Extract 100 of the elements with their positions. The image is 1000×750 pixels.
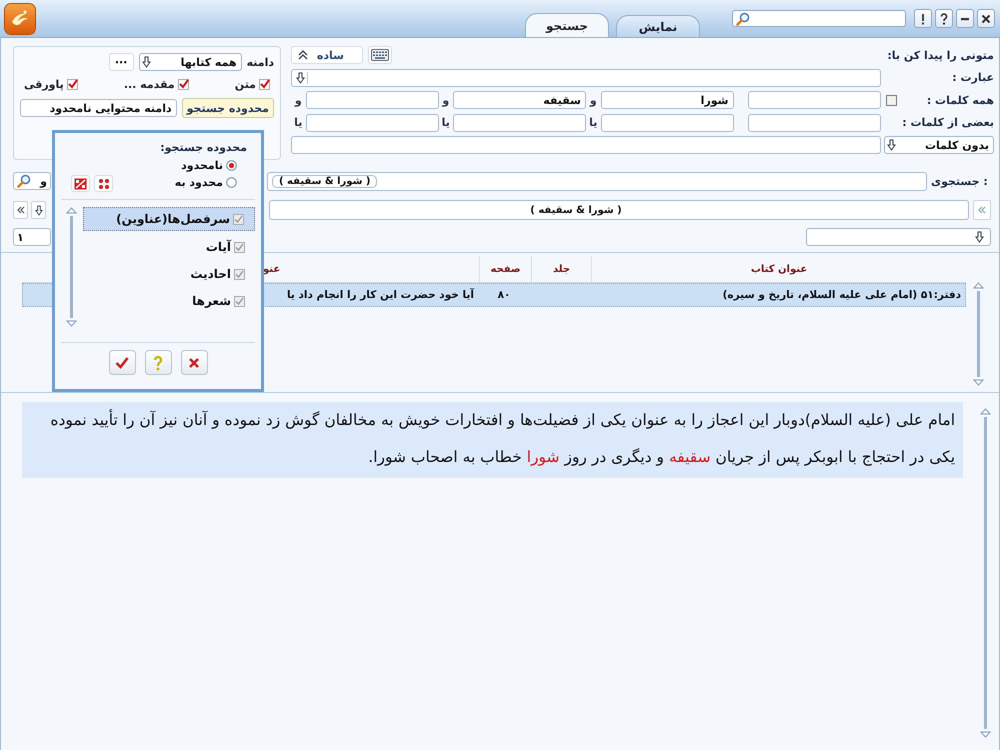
scroll-up-icon[interactable] — [66, 207, 76, 214]
item-label: سرفصل‌ها(عناوین) — [116, 212, 230, 226]
down-arrow-icon — [296, 72, 308, 84]
popup-title: محدوده جستجو: — [159, 141, 248, 154]
list-item[interactable]: سرفصل‌ها(عناوین) — [83, 207, 255, 231]
connector-label: یا — [440, 116, 451, 129]
word-field[interactable] — [453, 114, 586, 132]
scroll-track[interactable] — [984, 417, 987, 729]
double-chevron-icon — [16, 206, 24, 214]
item-label: شعرها — [192, 294, 231, 308]
domain-label: دامنه — [246, 56, 274, 68]
word-field[interactable] — [306, 114, 438, 132]
down-arrow-icon — [887, 139, 898, 151]
scroll-up-icon[interactable] — [980, 408, 991, 415]
section-label: مقدمه ... — [124, 78, 175, 91]
column-header[interactable]: عنو — [263, 256, 479, 282]
item-label: احادیث — [190, 267, 231, 281]
search-scope-button[interactable]: محدوده جستجو — [182, 98, 274, 118]
minimize-button[interactable] — [956, 9, 974, 28]
exclude-field[interactable] — [291, 136, 881, 154]
connector-label: و — [441, 94, 450, 106]
cancel-button[interactable] — [180, 350, 208, 375]
phrase-field[interactable] — [291, 68, 881, 86]
table-cell-text: ۸۰ — [496, 289, 512, 301]
close-button[interactable] — [977, 9, 995, 28]
word-field[interactable]: شورا — [600, 91, 734, 109]
connector-label: و — [588, 94, 598, 106]
excerpt-text: امام علی (علیه السلام)دوبار این اعجاز را به عنوان یکی از فضیلت‌ها و افتخارات خویش به مخالفان گوش زد نموده و آنان نیز آن را تأیید نموده یکی در احتجاج با ابوبکر پس از جریان سقیفه و دیگری در روز شورا خطاب به اصحاب شورا. — [22, 402, 964, 478]
query-field[interactable]: ( شورا & سقیفه ) — [267, 172, 927, 190]
checkmark-icon — [115, 356, 129, 368]
column-header[interactable]: جلد — [531, 256, 591, 282]
tab[interactable]: نمایش — [616, 15, 700, 37]
close-icon — [981, 14, 991, 24]
exclamation-button[interactable] — [914, 9, 932, 28]
word-field[interactable] — [748, 114, 881, 132]
word-field[interactable] — [600, 114, 734, 132]
exclude-dropdown[interactable]: بدون کلمات — [884, 136, 994, 154]
connector-label: و — [294, 94, 303, 106]
down-arrow-button[interactable] — [31, 201, 46, 219]
down-arrow-icon — [34, 204, 42, 216]
option-label: محدود به — [174, 176, 223, 189]
word-field[interactable] — [748, 91, 881, 109]
app-logo-icon — [5, 4, 35, 34]
option-label: نامحدود — [181, 159, 223, 172]
side-search-field[interactable]: و — [13, 172, 51, 190]
search-field[interactable] — [732, 10, 906, 27]
column-header[interactable]: صفحه — [479, 256, 531, 282]
radio-button[interactable] — [226, 177, 237, 188]
section-label: متن — [234, 78, 256, 91]
scope-field[interactable]: دامنه محتوایی نامحدود — [20, 99, 177, 117]
item-label: آیات — [206, 240, 231, 254]
filter-dropdown[interactable] — [806, 228, 991, 246]
table-cell-text: آیا خود حضرت این کار را انجام داد یا — [286, 289, 476, 301]
help-button[interactable] — [935, 9, 953, 28]
mode-button[interactable]: ساده — [291, 46, 363, 64]
more-button[interactable]: ··· — [108, 53, 134, 71]
list-item[interactable]: احادیث — [83, 263, 255, 285]
keyboard-icon[interactable] — [368, 46, 392, 64]
scroll-up-icon[interactable] — [972, 282, 984, 289]
radio-button[interactable] — [226, 160, 237, 171]
word-field[interactable]: سقیفه — [453, 91, 586, 109]
crossed-box-icon — [74, 178, 87, 190]
cross-icon — [188, 356, 200, 368]
phrase-label: عبارت : — [951, 71, 994, 84]
ok-button[interactable] — [108, 350, 136, 375]
exclamation-icon — [919, 12, 927, 24]
expression-field[interactable]: ( شورا & سقیفه ) — [269, 200, 969, 220]
some-words-label: بعضی از کلمات : — [901, 116, 994, 129]
form-heading: متونی را پیدا کن با: — [886, 48, 994, 62]
crossed-box-button[interactable] — [71, 175, 90, 192]
dots-button[interactable] — [94, 175, 113, 192]
domain-dropdown[interactable]: همه کتابها — [138, 53, 242, 71]
down-arrow-icon — [142, 56, 153, 68]
tab[interactable]: جستجو — [525, 13, 609, 37]
scroll-track[interactable] — [70, 216, 72, 318]
help-icon — [940, 12, 948, 24]
checkbox[interactable] — [886, 94, 897, 106]
checkbox[interactable] — [259, 79, 270, 90]
search-icon — [736, 12, 750, 26]
scroll-down-icon[interactable] — [980, 731, 991, 738]
double-chevron-up-icon — [298, 50, 308, 60]
connector-label: یا — [588, 116, 598, 129]
section-label: پاورقی — [24, 78, 64, 91]
double-chevron-icon — [978, 206, 986, 214]
scroll-down-icon[interactable] — [972, 379, 984, 386]
expand-button[interactable] — [13, 201, 28, 219]
page-field[interactable]: ۱ — [13, 228, 51, 246]
word-field[interactable] — [306, 91, 438, 109]
search-icon — [17, 174, 31, 188]
checkbox[interactable] — [178, 79, 189, 90]
scroll-track[interactable] — [976, 291, 980, 377]
connector-label: یا — [293, 116, 304, 129]
list-item[interactable]: آیات — [83, 236, 255, 258]
table-cell-text: دفتر:۵۱ (امام علی علیه السلام، تاریخ و سیره) — [722, 289, 962, 301]
scroll-down-icon[interactable] — [66, 320, 76, 327]
dots-icon — [98, 178, 110, 190]
checkbox[interactable] — [66, 79, 78, 90]
all-words-label: همه کلمات : — [926, 94, 994, 106]
query-label: جستجوی : — [931, 174, 989, 188]
column-header[interactable]: عنوان کتاب — [591, 256, 966, 282]
